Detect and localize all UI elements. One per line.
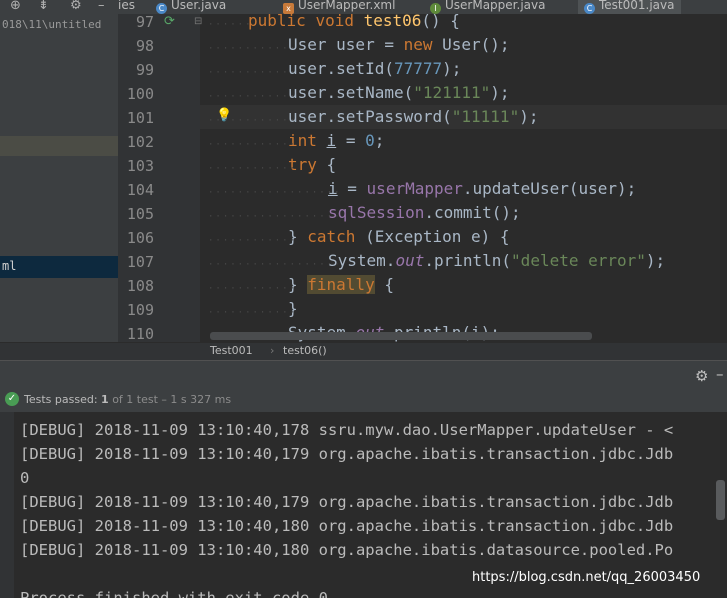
check-icon: ✓ — [5, 392, 19, 406]
console-line: [DEBUG] 2018-11-09 13:10:40,180 org.apac… — [20, 541, 674, 559]
whitespace-dots: ············ — [208, 140, 298, 150]
console-line: [DEBUG] 2018-11-09 13:10:40,178 ssru.myw… — [20, 421, 674, 439]
collapse-icon[interactable]: ⇟ — [38, 0, 49, 13]
test-status-text: Tests passed: 1 of 1 test – 1 s 327 ms — [24, 393, 232, 406]
code-line: User user = new User(); — [288, 35, 510, 54]
code-line: System.out.println("delete error"); — [328, 251, 666, 270]
run-tool-window-header: ⚙ – — [0, 360, 727, 391]
console-line: [DEBUG] 2018-11-09 13:10:40,179 org.apac… — [20, 493, 674, 511]
line-number: 101 — [126, 109, 154, 127]
gear-icon[interactable]: ⚙ — [70, 0, 82, 13]
line-number: 97 — [135, 14, 154, 31]
watermark: https://blog.csdn.net/qq_26003450 — [472, 570, 701, 585]
tab-test001-java[interactable]: C Test001.java — [578, 0, 681, 14]
whitespace-dots: ············ — [208, 236, 298, 246]
project-tree-selected-row[interactable]: ml — [0, 256, 118, 278]
code-line: } catch (Exception e) { — [288, 227, 510, 246]
console-line: 0 — [20, 469, 30, 487]
line-number: 102 — [126, 133, 154, 151]
line-number: 99 — [135, 61, 154, 79]
project-tree-row-highlight[interactable] — [0, 136, 118, 156]
tab-usermapper-xml[interactable]: x UserMapper.xml — [283, 0, 395, 14]
project-panel: ⊕ ⇟ ⚙ – 018\11\untitled ml — [0, 0, 118, 342]
breadcrumb-class[interactable]: Test001 — [210, 344, 253, 357]
tab-usermapper-java[interactable]: I UserMapper.java — [430, 0, 545, 14]
java-class-icon: C — [584, 3, 595, 14]
whitespace-dots: ············ — [208, 164, 298, 174]
whitespace-dots: ············ — [208, 68, 298, 78]
java-interface-icon: I — [430, 3, 441, 14]
hide-icon[interactable]: – — [98, 0, 105, 13]
console-gutter — [0, 412, 14, 598]
whitespace-dots: ············ — [208, 92, 298, 102]
console-line: [DEBUG] 2018-11-09 13:10:40,179 org.apac… — [20, 445, 674, 463]
console-line: [DEBUG] 2018-11-09 13:10:40,180 org.apac… — [20, 517, 674, 535]
fold-icon[interactable]: ⊟ — [194, 16, 202, 27]
whitespace-dots: ············ — [208, 308, 298, 318]
code-line: int i = 0; — [288, 131, 385, 150]
gear-icon[interactable]: ⚙ — [695, 367, 708, 385]
line-number: 105 — [126, 205, 154, 223]
whitespace-dots: ·················· — [208, 212, 342, 222]
console-scrollbar[interactable] — [716, 480, 725, 520]
hide-icon[interactable]: – — [716, 365, 724, 383]
code-line: user.setId(77777); — [288, 59, 462, 78]
console-line: Process finished with exit code 0 — [20, 589, 328, 598]
breadcrumb-separator: › — [270, 344, 275, 357]
editor-tab-bar: ies C User.java x UserMapper.xml I UserMapp… — [118, 0, 727, 14]
project-tree-item-label: ml — [2, 259, 17, 273]
breadcrumb: Test001 › test06() — [0, 342, 727, 361]
tab-partial[interactable]: ies — [118, 0, 135, 14]
code-line: user.setPassword("11111"); — [288, 107, 539, 126]
project-path: 018\11\untitled — [2, 18, 102, 31]
code-editor[interactable]: ⟳ ⊟ 💡 97 98 99 100 101 102 103 104 105 1… — [118, 14, 727, 342]
tab-user-java[interactable]: C User.java — [156, 0, 226, 14]
whitespace-dots: ············ — [208, 284, 298, 294]
test-status-bar: ✓ Tests passed: 1 of 1 test – 1 s 327 ms — [0, 390, 727, 412]
line-number: 106 — [126, 229, 154, 247]
line-number: 103 — [126, 157, 154, 175]
code-line: user.setName("121111"); — [288, 83, 510, 102]
line-number: 109 — [126, 301, 154, 319]
project-toolbar: ⊕ ⇟ ⚙ – — [0, 0, 118, 14]
editor-horizontal-scrollbar[interactable] — [210, 332, 592, 340]
java-class-icon: C — [156, 3, 167, 14]
code-line: i = userMapper.updateUser(user); — [328, 179, 637, 198]
line-number: 104 — [126, 181, 154, 199]
breadcrumb-method[interactable]: test06() — [283, 344, 327, 357]
line-number: 100 — [126, 85, 154, 103]
code-line: sqlSession.commit(); — [328, 203, 521, 222]
xml-file-icon: x — [283, 3, 294, 14]
run-test-icon[interactable]: ⟳ — [164, 14, 175, 29]
whitespace-dots: ······ — [208, 20, 253, 30]
whitespace-dots: ············ — [208, 116, 298, 126]
whitespace-dots: ·················· — [208, 260, 342, 270]
code-line: public void test06() { — [248, 14, 460, 30]
code-line: } finally { — [288, 275, 394, 294]
line-number: 110 — [126, 325, 154, 342]
line-number: 98 — [135, 37, 154, 55]
line-number: 107 — [126, 253, 154, 271]
whitespace-dots: ············ — [208, 44, 298, 54]
whitespace-dots: ·················· — [208, 188, 342, 198]
line-number: 108 — [126, 277, 154, 295]
locate-icon[interactable]: ⊕ — [10, 0, 21, 13]
